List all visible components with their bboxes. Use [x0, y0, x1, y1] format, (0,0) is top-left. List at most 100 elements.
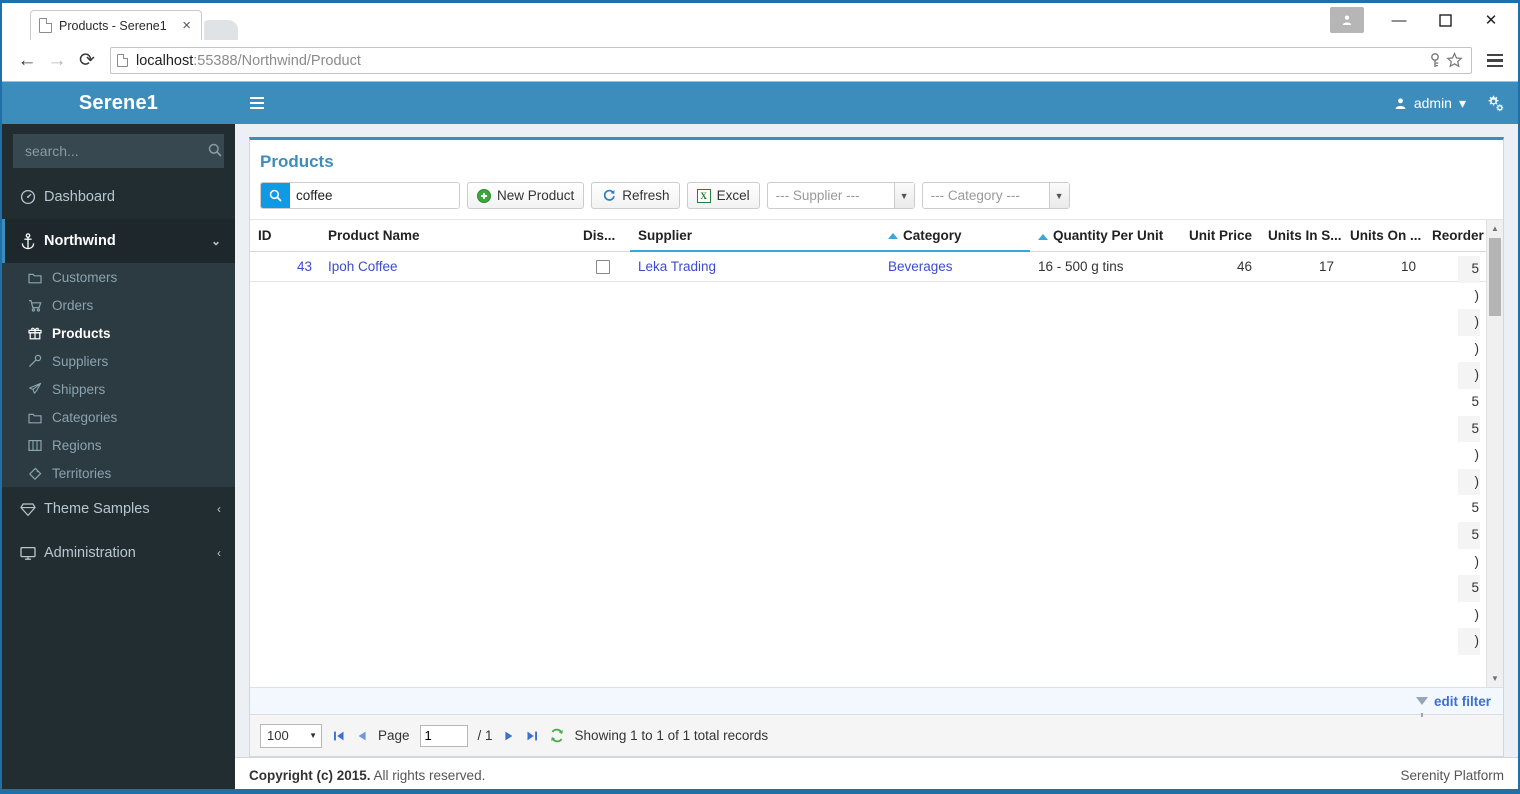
new-tab-button[interactable]: [204, 20, 238, 40]
profile-chip[interactable]: [1330, 7, 1364, 33]
page-size-select[interactable]: 100 ▼: [260, 723, 322, 748]
cell-category[interactable]: Beverages: [880, 251, 1030, 282]
close-button[interactable]: ✕: [1468, 5, 1514, 35]
top-navbar: admin ▾: [235, 82, 1518, 124]
chevron-down-icon[interactable]: ▼: [893, 183, 914, 208]
chevron-down-icon[interactable]: ▼: [1048, 183, 1069, 208]
search-input[interactable]: [23, 142, 208, 160]
refresh-button[interactable]: Refresh: [591, 182, 680, 209]
chevron-left-icon: ‹: [217, 546, 221, 560]
prev-page-button[interactable]: [356, 730, 368, 742]
sidebar-item-label: Shippers: [52, 381, 106, 397]
sidebar-item-label: Regions: [52, 437, 102, 453]
last-page-button[interactable]: [525, 730, 539, 742]
cell-product-name[interactable]: Ipoh Coffee: [320, 251, 575, 282]
quick-search[interactable]: [260, 182, 460, 209]
address-bar[interactable]: localhost:55388/Northwind/Product: [110, 47, 1472, 74]
url-text: localhost:55388/Northwind/Product: [136, 53, 361, 69]
cell-supplier[interactable]: Leka Trading: [630, 251, 880, 282]
column-header-units-on-order[interactable]: Units On ...: [1342, 220, 1424, 252]
forward-icon[interactable]: →: [42, 46, 72, 76]
search-icon[interactable]: [208, 143, 222, 160]
supplier-filter-value: --- Supplier ---: [775, 188, 860, 203]
sidebar-item-orders[interactable]: Orders: [2, 291, 235, 319]
supplier-link[interactable]: Leka Trading: [638, 259, 716, 274]
excel-label: Excel: [716, 188, 750, 203]
column-header-units-in-stock[interactable]: Units In S...: [1260, 220, 1342, 252]
column-header-product-name[interactable]: Product Name: [320, 220, 575, 252]
cogs-icon[interactable]: [1486, 95, 1504, 112]
column-header-id[interactable]: ID: [250, 220, 320, 252]
desktop-icon: [20, 546, 44, 561]
ghost-cell: ): [1458, 362, 1480, 389]
sidebar-item-customers[interactable]: Customers: [2, 263, 235, 291]
app-brand[interactable]: Serene1: [2, 82, 235, 124]
menu-bar-2: [1487, 59, 1503, 62]
column-header-supplier[interactable]: Supplier: [630, 220, 880, 252]
page-size-value: 100: [267, 728, 289, 743]
search-icon[interactable]: [261, 183, 290, 208]
category-link[interactable]: Beverages: [888, 259, 953, 274]
menu-bar-3: [1487, 64, 1503, 68]
column-header-quantity-per-unit[interactable]: Quantity Per Unit: [1030, 220, 1178, 252]
cell-discontinued[interactable]: [575, 251, 630, 282]
column-header-discontinued[interactable]: Dis...: [575, 220, 630, 252]
quick-search-input[interactable]: [290, 183, 459, 208]
column-header-unit-price[interactable]: Unit Price: [1178, 220, 1260, 252]
column-header-category[interactable]: Category: [880, 220, 1030, 252]
page-number-input[interactable]: [419, 724, 468, 747]
sidebar-item-suppliers[interactable]: Suppliers: [2, 347, 235, 375]
scroll-up-arrow[interactable]: ▲: [1487, 220, 1503, 237]
scrollbar-thumb[interactable]: [1489, 238, 1501, 316]
first-page-button[interactable]: [332, 730, 346, 742]
sidebar-item-label: Products: [52, 325, 111, 341]
tab-close-icon[interactable]: ×: [180, 18, 193, 33]
sidebar-item-products[interactable]: Products: [2, 319, 235, 347]
sidebar-item-theme-samples[interactable]: Theme Samples ‹: [2, 487, 235, 531]
minimize-button[interactable]: —: [1376, 5, 1422, 35]
page-label: Page: [378, 728, 410, 743]
cell-id[interactable]: 43: [250, 251, 320, 282]
table-row[interactable]: 43 Ipoh Coffee Leka Trading Beverages 16…: [250, 251, 1503, 282]
app-footer: Copyright (c) 2015. All rights reserved.…: [235, 757, 1518, 792]
sidebar-search[interactable]: [13, 134, 224, 168]
sidebar-item-categories[interactable]: Categories: [2, 403, 235, 431]
bookmark-star-icon[interactable]: [1446, 52, 1463, 69]
sidebar-toggle-icon[interactable]: [235, 82, 279, 124]
next-page-button[interactable]: [503, 730, 515, 742]
folder-icon: [28, 271, 52, 284]
key-icon[interactable]: [1428, 52, 1442, 69]
product-name-link[interactable]: Ipoh Coffee: [328, 259, 398, 274]
scroll-down-arrow[interactable]: ▼: [1487, 670, 1503, 687]
category-filter-select[interactable]: --- Category --- ▼: [921, 182, 1070, 209]
user-menu[interactable]: admin ▾: [1394, 95, 1466, 112]
browser-menu-icon[interactable]: [1482, 48, 1508, 74]
back-icon[interactable]: ←: [12, 46, 42, 76]
excel-button[interactable]: X Excel: [686, 182, 760, 209]
maximize-button[interactable]: [1422, 5, 1468, 35]
navbar-right: admin ▾: [1394, 95, 1504, 112]
products-table: ID Product Name Dis... Supplier Category: [250, 220, 1503, 282]
discontinued-checkbox[interactable]: [595, 259, 610, 274]
new-product-button[interactable]: New Product: [467, 182, 585, 209]
page-info-icon[interactable]: [117, 54, 128, 67]
edit-filter-button[interactable]: edit filter: [1415, 694, 1491, 717]
footer-copyright-bold: Copyright (c) 2015.: [249, 768, 371, 783]
sort-ascending-icon: [888, 233, 898, 240]
reload-icon[interactable]: ⟳: [72, 46, 102, 76]
grid-vertical-scrollbar[interactable]: ▲ ▼: [1486, 220, 1503, 687]
last-page-icon: [527, 731, 537, 740]
sidebar-item-dashboard[interactable]: Dashboard: [2, 175, 235, 219]
browser-tab[interactable]: Products - Serene1 ×: [30, 10, 202, 40]
sidebar-item-regions[interactable]: Regions: [2, 431, 235, 459]
sidebar-item-administration[interactable]: Administration ‹: [2, 531, 235, 575]
cart-icon: [28, 299, 52, 312]
sidebar-item-northwind[interactable]: Northwind ⌄: [2, 219, 235, 263]
supplier-filter-select[interactable]: --- Supplier --- ▼: [766, 182, 915, 209]
pager-refresh-button[interactable]: [549, 728, 565, 743]
sidebar-item-territories[interactable]: Territories: [2, 459, 235, 487]
cell-units-in-stock: 17: [1260, 251, 1342, 282]
sidebar-item-shippers[interactable]: Shippers: [2, 375, 235, 403]
id-link[interactable]: 43: [297, 259, 312, 274]
url-host: localhost: [136, 52, 194, 69]
